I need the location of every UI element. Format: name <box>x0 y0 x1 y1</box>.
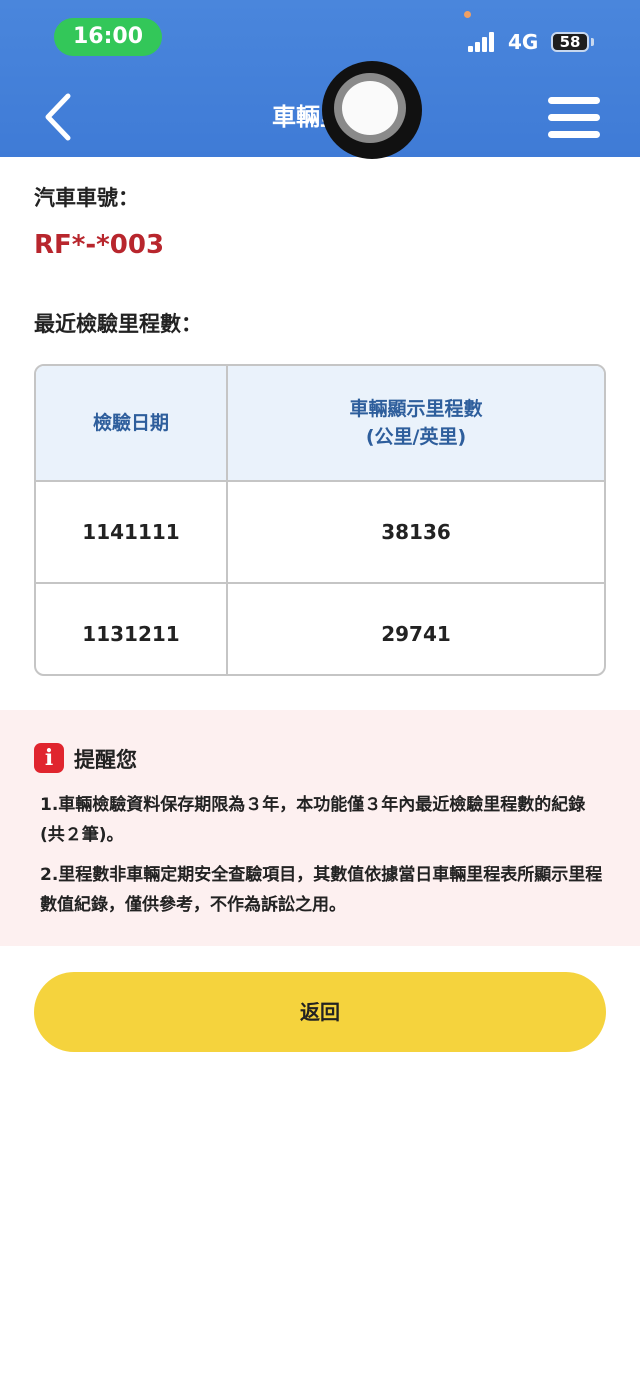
assistive-touch-ring <box>334 73 406 143</box>
return-button[interactable]: 返回 <box>34 972 606 1052</box>
column-header-mileage-unit: (公里/英里) <box>365 426 467 448</box>
battery-icon: 58 <box>551 32 589 52</box>
mileage-table: 檢驗日期 車輛顯示里程數 (公里/英里) 1141111 38136 11312… <box>34 364 606 676</box>
page-title: 車輛里程 <box>272 103 368 131</box>
privacy-indicator-dot <box>464 11 471 18</box>
mileage-value-cell: 38136 <box>226 480 604 584</box>
column-header-mileage: 車輛顯示里程數 (公里/英里) <box>226 366 604 482</box>
menu-bar <box>548 131 600 138</box>
plate-label: 汽車車號： <box>34 186 139 210</box>
reminder-note-1: 1.車輛檢驗資料保存期限為３年，本功能僅３年內最近檢驗里程數的紀錄 (共２筆)。 <box>40 795 586 845</box>
hamburger-menu-icon <box>548 97 600 104</box>
mileage-value-cell: 29741 <box>226 582 604 674</box>
menu-bar <box>548 114 600 121</box>
battery-cap <box>591 38 594 46</box>
info-icon: i <box>34 743 64 773</box>
battery-level: 58 <box>559 33 581 51</box>
menu-button[interactable] <box>548 95 600 139</box>
table-row: 1141111 38136 <box>36 480 604 584</box>
assistive-touch-center <box>342 81 398 135</box>
plate-number: RF*-*003 <box>34 230 165 260</box>
inspection-date-cell: 1131211 <box>36 582 228 674</box>
mileage-section-label: 最近檢驗里程數： <box>34 312 202 336</box>
reminder-title: 提醒您 <box>74 748 137 772</box>
column-header-mileage-title: 車輛顯示里程數 <box>349 398 483 420</box>
network-type: 4G <box>508 30 539 54</box>
reminder-panel: i 提醒您 1.車輛檢驗資料保存期限為３年，本功能僅３年內最近檢驗里程數的紀錄 … <box>0 710 640 946</box>
table-row: 1131211 29741 <box>36 582 604 674</box>
status-time: 16:00 <box>54 18 162 56</box>
assistive-touch-button[interactable] <box>322 61 422 159</box>
column-header-date: 檢驗日期 <box>36 366 228 482</box>
app-header: 16:00 4G 58 車輛里程 <box>0 0 640 159</box>
signal-strength-icon <box>468 32 498 52</box>
inspection-date-cell: 1141111 <box>36 480 228 584</box>
reminder-note-2: 2.里程數非車輛定期安全查驗項目，其數值依據當日車輛里程表所顯示里程數值紀錄，僅… <box>40 865 603 915</box>
table-header-row: 檢驗日期 車輛顯示里程數 (公里/英里) <box>36 366 604 482</box>
